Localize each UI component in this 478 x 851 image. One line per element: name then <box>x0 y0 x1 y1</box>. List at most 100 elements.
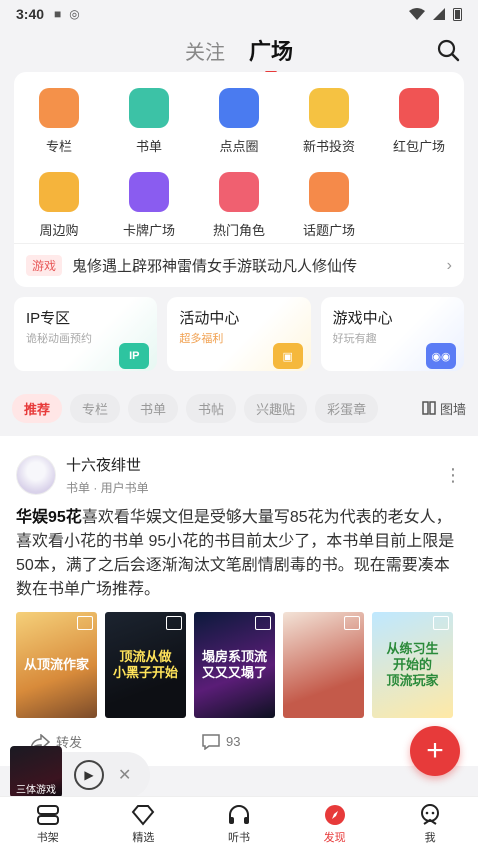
zone-game[interactable]: 游戏中心 好玩有趣 ◉◉ <box>320 297 464 371</box>
bookshelf-icon <box>36 804 59 825</box>
battery-icon <box>453 8 462 21</box>
tab-discover[interactable]: 发现 <box>287 797 383 851</box>
chip-booklist[interactable]: 书单 <box>128 393 179 423</box>
chip-interest[interactable]: 兴趣贴 <box>244 393 308 423</box>
app-notification-icon: ■ <box>54 7 62 21</box>
search-icon[interactable] <box>436 38 460 62</box>
shortcut-topic[interactable]: 话题广场 <box>284 166 374 244</box>
tab-audiobook[interactable]: 听书 <box>191 797 287 851</box>
shortcut-label: 热门角色 <box>212 223 265 238</box>
tab-follow[interactable]: 关注 <box>185 36 225 65</box>
shortcut-label: 专栏 <box>45 139 72 154</box>
booklist-icon <box>129 88 169 128</box>
player-cover[interactable]: 三体游戏 <box>10 746 62 798</box>
plus-icon: + <box>426 734 444 767</box>
book-cover[interactable]: 顶流从做 小黑子开始 <box>105 612 186 718</box>
add-shelf-icon[interactable] <box>255 616 271 630</box>
shield-icon: ◎ <box>69 7 80 21</box>
layout-label: 图墙 <box>439 401 466 417</box>
tab-square[interactable]: 广场 <box>249 34 293 66</box>
shortcut-column[interactable]: 专栏 <box>14 82 104 160</box>
chevron-right-icon: › <box>446 256 452 274</box>
zone-activity[interactable]: 活动中心 超多福利 ▣ <box>167 297 311 371</box>
headphones-icon <box>228 804 249 824</box>
shortcut-label: 点点圈 <box>219 139 259 154</box>
feed-post[interactable]: 十六夜绯世 书单 · 用户书单 ⋮ 华娱95花喜欢看华娱文但是受够大量写85花为… <box>0 436 478 766</box>
add-post-button[interactable]: + <box>410 726 460 776</box>
chip-post[interactable]: 书帖 <box>186 393 237 423</box>
status-time: 3:40 <box>16 6 45 22</box>
post-actions: 转发 93 <box>0 718 478 751</box>
add-shelf-icon[interactable] <box>344 616 360 630</box>
bottom-tab-bar: 书架 精选 听书 发现 我 <box>0 796 478 851</box>
chip-easter-egg[interactable]: 彩蛋章 <box>315 393 379 423</box>
shortcut-role[interactable]: 热门角色 <box>194 166 284 244</box>
shortcut-label: 红包广场 <box>392 139 445 154</box>
tab-bookshelf[interactable]: 书架 <box>0 797 96 851</box>
notice-tag: 游戏 <box>26 255 63 276</box>
book-covers: 从顶流作家 顶流从做 小黑子开始 塌房系顶流 又又又塌了 从练习生 开始的 顶流… <box>0 602 478 718</box>
chip-column[interactable]: 专栏 <box>70 393 121 423</box>
notice-text: 鬼修遇上辟邪神雷倩女手游联动凡人修仙传 <box>72 258 358 275</box>
book-cover[interactable]: 塌房系顶流 又又又塌了 <box>194 612 275 718</box>
shortcut-booklist[interactable]: 书单 <box>104 82 194 160</box>
book-cover[interactable]: 从练习生 开始的 顶流玩家 <box>372 612 453 718</box>
shortcut-label: 周边购 <box>39 223 79 238</box>
invest-icon <box>309 88 349 128</box>
role-icon <box>219 172 259 212</box>
post-body: 华娱95花喜欢看华娱文但是受够大量写85花为代表的老女人，喜欢看小花的书单 95… <box>0 496 478 602</box>
shortcut-redpacket[interactable]: 红包广场 <box>374 82 464 160</box>
shortcut-label: 话题广场 <box>302 223 355 238</box>
zone-title: 活动中心 <box>179 310 240 327</box>
signal-icon <box>433 8 445 20</box>
filter-chips: 推荐 专栏 书单 书帖 兴趣贴 彩蛋章 图墙 <box>12 393 472 423</box>
redpacket-icon <box>399 88 439 128</box>
tab-me[interactable]: 我 <box>382 797 478 851</box>
card-icon <box>129 172 169 212</box>
tab-featured[interactable]: 精选 <box>96 797 192 851</box>
shortcut-label: 书单 <box>135 139 162 154</box>
profile-icon <box>421 803 440 825</box>
shortcut-card[interactable]: 卡牌广场 <box>104 166 194 244</box>
top-nav: 关注 广场 <box>0 28 478 72</box>
ip-icon: IP <box>119 343 150 369</box>
shortcut-fox[interactable]: 周边购 <box>14 166 104 244</box>
circle-icon <box>219 88 259 128</box>
compass-icon <box>324 804 345 825</box>
grid-wall-icon <box>422 401 436 415</box>
post-author[interactable]: 十六夜绯世 <box>66 454 149 475</box>
play-icon[interactable]: ▶ <box>74 760 104 790</box>
diamond-icon <box>132 804 155 826</box>
close-icon[interactable]: ✕ <box>118 765 131 785</box>
book-cover[interactable]: 从顶流作家 <box>16 612 97 718</box>
shortcut-label: 新书投资 <box>302 139 355 154</box>
comment-button[interactable]: 93 <box>202 733 241 750</box>
comment-icon <box>202 733 220 750</box>
shortcut-invest[interactable]: 新书投资 <box>284 82 374 160</box>
comment-count: 93 <box>226 734 241 749</box>
shortcut-circle[interactable]: 点点圈 <box>194 82 284 160</box>
column-icon <box>39 88 79 128</box>
layout-toggle[interactable]: 图墙 <box>422 399 472 418</box>
add-shelf-icon[interactable] <box>433 616 449 630</box>
chip-recommend[interactable]: 推荐 <box>12 393 63 423</box>
mini-player[interactable]: 三体游戏 ▶ ✕ <box>10 746 150 798</box>
zone-title: IP专区 <box>26 310 71 327</box>
fox-icon <box>39 172 79 212</box>
avatar[interactable] <box>16 455 56 495</box>
post-title: 华娱95花 <box>16 509 82 526</box>
book-cover[interactable] <box>283 612 364 718</box>
post-text: 喜欢看华娱文但是受够大量写85花为代表的老女人，喜欢看小花的书单 95小花的书目… <box>16 509 455 598</box>
add-shelf-icon[interactable] <box>77 616 93 630</box>
add-shelf-icon[interactable] <box>166 616 182 630</box>
more-icon[interactable]: ⋮ <box>444 466 462 484</box>
topic-icon <box>309 172 349 212</box>
zone-cards: IP专区 诡秘动画预约 IP 活动中心 超多福利 ▣ 游戏中心 好玩有趣 ◉◉ <box>14 297 464 371</box>
zone-ip[interactable]: IP专区 诡秘动画预约 IP <box>14 297 158 371</box>
gift-icon: ▣ <box>272 343 303 369</box>
post-meta: 书单 · 用户书单 <box>66 481 149 495</box>
status-bar: 3:40 ■ ◎ <box>0 0 478 28</box>
shortcut-card: 专栏 书单 点点圈 新书投资 红包广场周边购 卡牌广场 热门角色 话题广场 游戏 鬼修遇上辟邪… <box>14 72 464 287</box>
shortcut-label: 卡牌广场 <box>122 223 175 238</box>
notice-bar[interactable]: 游戏 鬼修遇上辟邪神雷倩女手游联动凡人修仙传 › <box>14 243 464 287</box>
